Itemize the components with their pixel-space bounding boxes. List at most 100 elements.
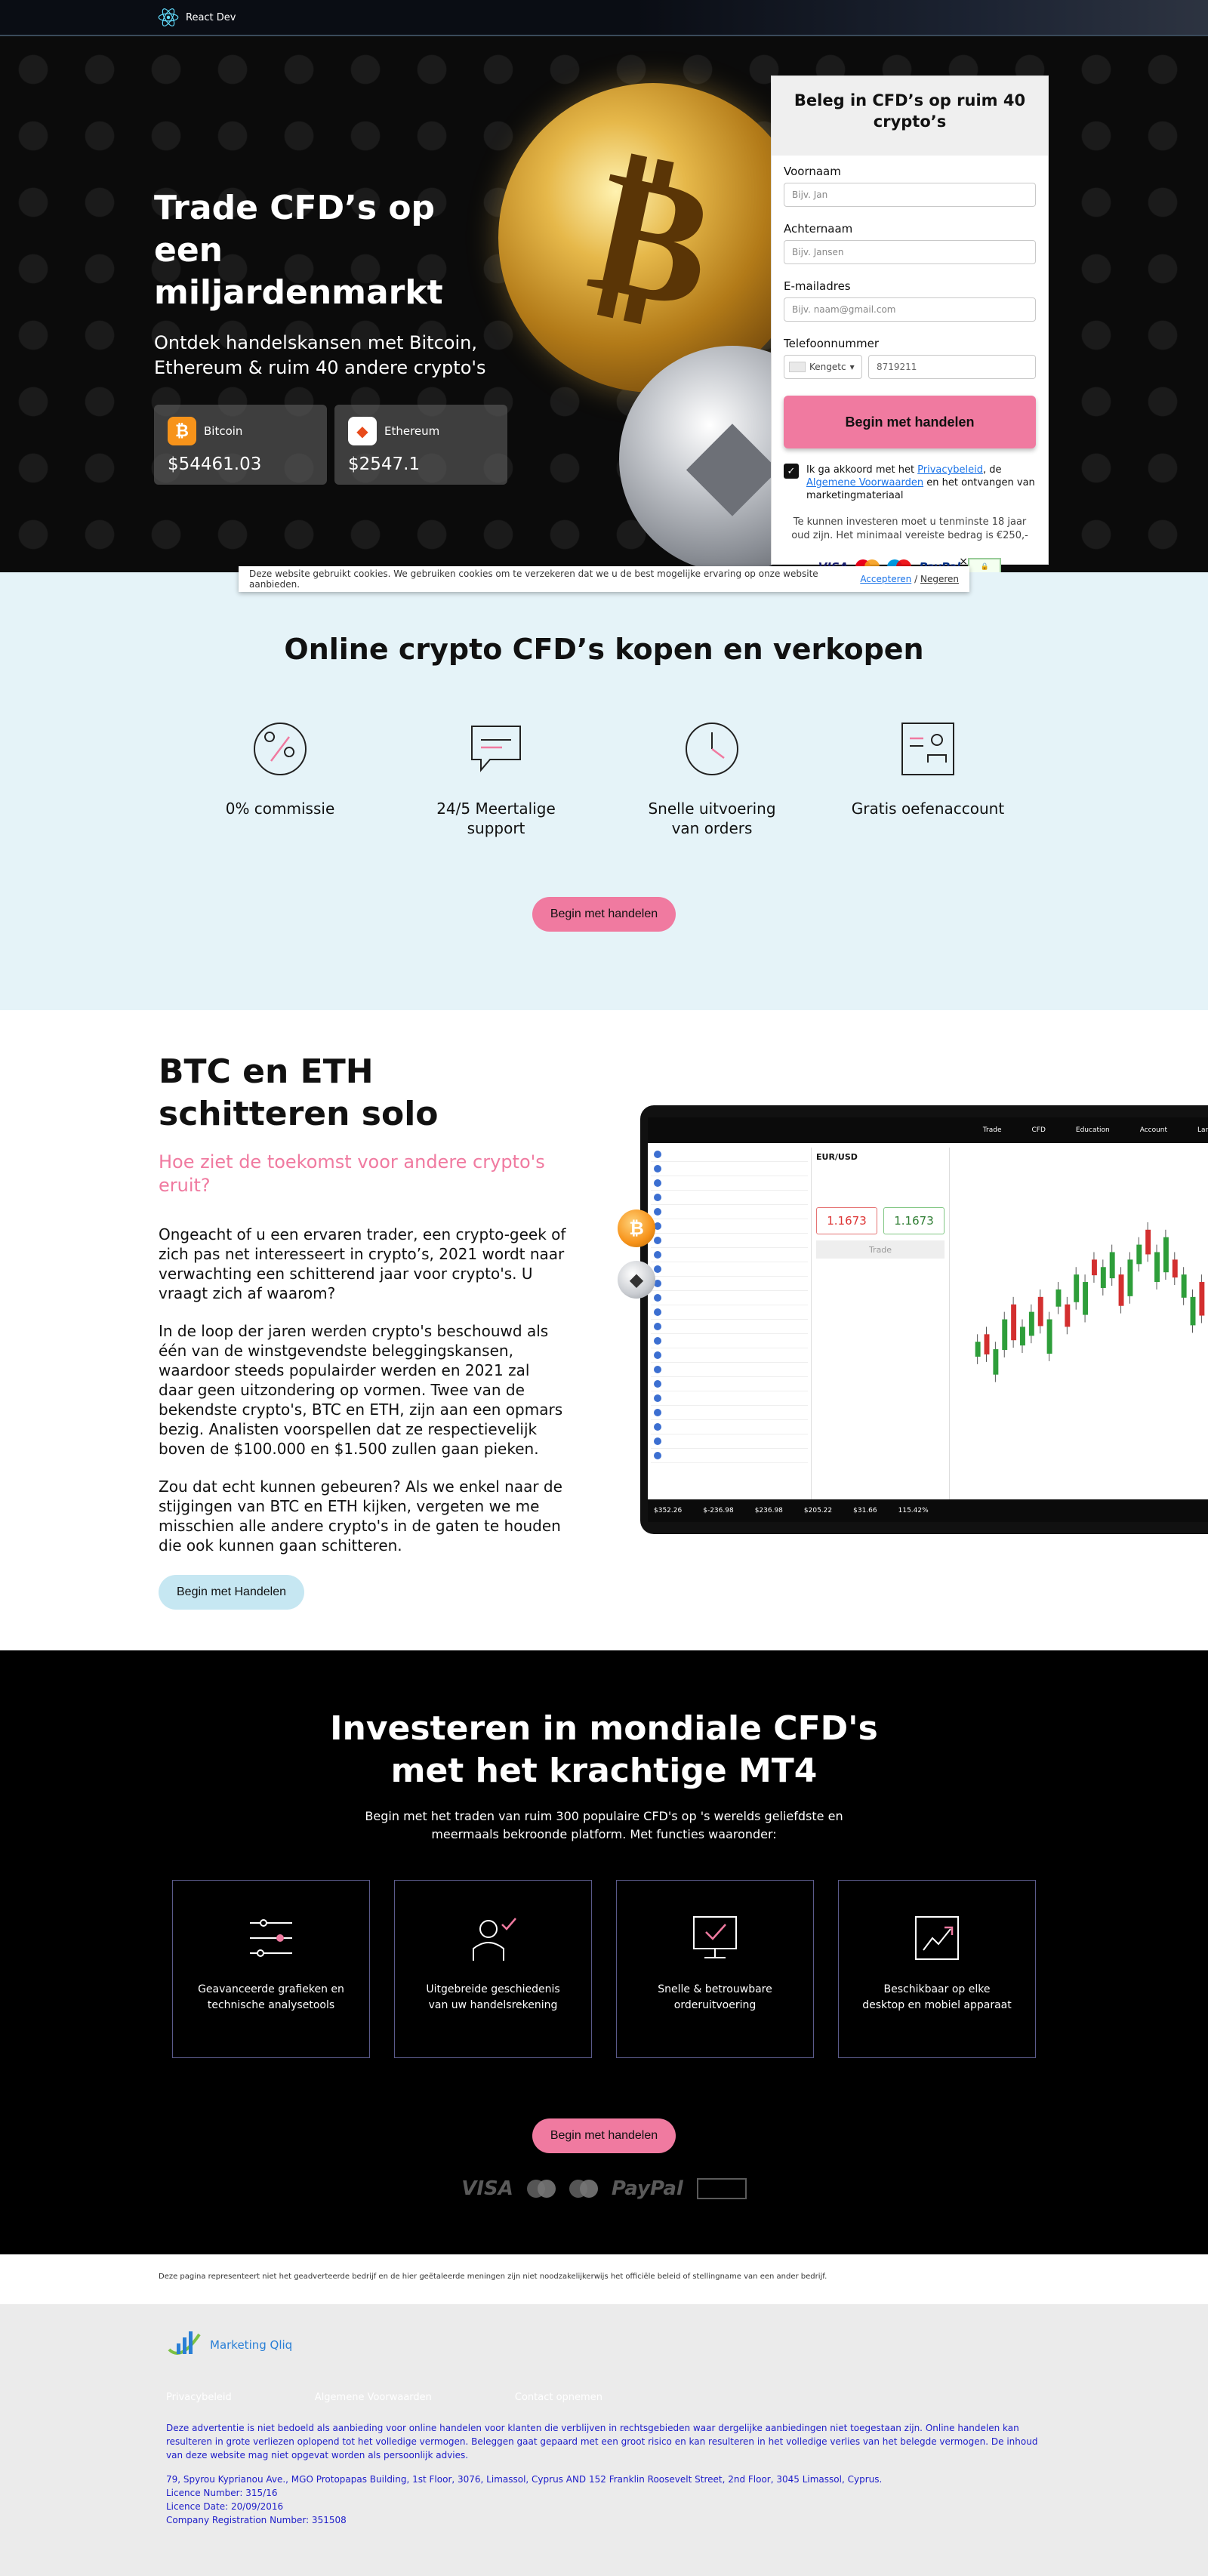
footer-terms-link[interactable]: Algemene Voorwaarden <box>315 2392 432 2403</box>
cookie-accept-link[interactable]: Accepteren <box>860 574 911 584</box>
platform-nav-item: Account <box>1139 1126 1168 1134</box>
form-title: Beleg in CFD’s op ruim 40 crypto’s <box>772 76 1048 156</box>
flag-icon <box>654 1337 661 1345</box>
candle <box>1172 1259 1178 1278</box>
candle <box>1100 1267 1106 1288</box>
first-name-label: Voornaam <box>784 165 841 178</box>
candle <box>1083 1282 1089 1315</box>
candle <box>1037 1296 1043 1327</box>
buy-price: 1.1673 <box>883 1207 945 1234</box>
candle <box>1002 1319 1008 1351</box>
ticker-price: $2547.1 <box>348 454 421 474</box>
candle <box>1011 1304 1017 1341</box>
network-background <box>634 0 1208 35</box>
maestro-icon <box>569 2180 598 2198</box>
start-trading-button[interactable]: Begin met handelen <box>532 897 676 932</box>
footer-privacy-link[interactable]: Privacybeleid <box>166 2392 232 2403</box>
instrument-row <box>651 1176 808 1191</box>
footer-company-number: Company Registration Number: 351508 <box>166 2515 347 2525</box>
hero-subtitle: Ontdek handelskansen met Bitcoin, Ethere… <box>154 332 486 378</box>
phone-label: Telefoonnummer <box>784 337 880 350</box>
mt4-feature-label: Uitgebreide geschiedenis van uw handelsr… <box>426 1983 560 2011</box>
monitor-check-icon <box>693 1916 737 1958</box>
instrument-row <box>651 1305 808 1320</box>
order-panel: EUR/USD 1.1673 1.1673 Trade <box>811 1148 950 1499</box>
candlestick-chart <box>975 1222 1205 1382</box>
flag-icon <box>654 1208 661 1216</box>
candle <box>1199 1282 1205 1316</box>
ticker-ethereum: ◆ Ethereum $2547.1 <box>334 405 507 485</box>
candle <box>1118 1274 1124 1306</box>
candle <box>993 1349 999 1375</box>
stat-value: $236.98 <box>754 1507 783 1514</box>
ethereum-icon: ◆ <box>348 417 377 445</box>
percent-icon <box>254 723 307 775</box>
flag-icon <box>654 1394 661 1402</box>
platform-nav: Trade CFD Education Account Lang <box>648 1117 1208 1143</box>
feature-label: Gratis oefenaccount <box>851 800 1005 818</box>
stat-value: $-236.98 <box>703 1507 734 1514</box>
submit-button[interactable]: Begin met handelen <box>784 396 1036 448</box>
last-name-field[interactable]: Bijv. Jansen <box>784 240 1036 264</box>
country-code-select[interactable]: Kengetc ▾ <box>784 355 862 379</box>
privacy-link[interactable]: Privacybeleid <box>917 464 983 476</box>
flag-icon <box>654 1452 661 1459</box>
instrument-row <box>651 1291 808 1305</box>
flag-icon <box>654 1409 661 1416</box>
sell-price: 1.1673 <box>816 1207 877 1234</box>
paragraph: In de loop der jaren werden crypto's bes… <box>159 1322 563 1458</box>
footer-address: 79, Spyrou Kyprianou Ave., MGO Protopapa… <box>166 2474 883 2485</box>
footer-links: Privacybeleid Algemene Voorwaarden Conta… <box>166 2392 1208 2403</box>
candle <box>1091 1259 1097 1276</box>
country-code-value: Kengetc <box>809 362 846 372</box>
first-name-field[interactable]: Bijv. Jan <box>784 183 1036 207</box>
paypal-logo: PayPal <box>611 2177 683 2200</box>
start-trading-button[interactable]: Begin met Handelen <box>159 1575 304 1610</box>
react-icon <box>158 8 179 26</box>
footer-contact-link[interactable]: Contact opnemen <box>515 2392 602 2403</box>
bitcoin-icon: ₿ <box>168 417 196 445</box>
ssl-badge-icon <box>696 2178 747 2199</box>
consent-checkbox[interactable]: ✓ <box>784 464 799 479</box>
flag-icon <box>654 1308 661 1316</box>
trade-button: Trade <box>816 1240 945 1259</box>
phone-field[interactable]: 8719211 <box>868 355 1036 379</box>
flag-icon <box>654 1380 661 1388</box>
instrument-row <box>651 1348 808 1363</box>
chat-icon <box>471 726 521 772</box>
flag-icon <box>654 1194 661 1201</box>
email-field[interactable]: Bijv. naam@gmail.com <box>784 297 1036 322</box>
footer-company-info: 79, Spyrou Kyprianou Ave., MGO Protopapa… <box>166 2473 1042 2527</box>
platform-nav-item: CFD <box>1031 1126 1046 1134</box>
candle <box>1145 1229 1151 1255</box>
candle <box>1136 1244 1142 1265</box>
ssl-badge-icon: 🔒 <box>968 558 1002 572</box>
stat-value: $205.22 <box>803 1507 833 1514</box>
candle <box>975 1342 981 1357</box>
terms-link[interactable]: Algemene Voorwaarden <box>806 477 923 488</box>
brand[interactable]: React Dev <box>157 6 236 29</box>
flag-icon <box>654 1237 661 1244</box>
instrument-row <box>651 1219 808 1234</box>
visa-logo: VISA <box>461 2177 513 2200</box>
flag-icon <box>789 362 806 372</box>
close-icon[interactable]: × <box>959 556 968 568</box>
candle <box>984 1334 990 1355</box>
candle <box>1154 1252 1160 1283</box>
instrument-row <box>651 1449 808 1463</box>
candle <box>1055 1289 1062 1307</box>
flag-icon <box>654 1437 661 1445</box>
platform-stats: $352.26 $-236.98 $236.98 $205.22 $31.66 … <box>648 1499 1208 1522</box>
section-title: BTC en ETH schitteren solo <box>159 1052 439 1133</box>
cookie-ignore-link[interactable]: Negeren <box>920 574 959 584</box>
start-trading-button[interactable]: Begin met handelen <box>532 2118 676 2153</box>
footer-brand-name: Marketing Qliq <box>210 2338 293 2352</box>
hero-text: Trade CFD’s op een miljardenmarkt Ontdek… <box>154 187 509 485</box>
signup-form: Beleg in CFD’s op ruim 40 crypto’s Voorn… <box>771 75 1049 572</box>
flag-icon <box>654 1179 661 1187</box>
footer-brand[interactable]: Marketing Qliq <box>166 2330 1208 2360</box>
email-label: E-mailadres <box>784 279 851 293</box>
hero-title: Trade CFD’s op een miljardenmarkt <box>154 189 443 312</box>
instrument-row <box>651 1377 808 1391</box>
features-section: Online crypto CFD’s kopen en verkopen 0%… <box>0 572 1208 1010</box>
